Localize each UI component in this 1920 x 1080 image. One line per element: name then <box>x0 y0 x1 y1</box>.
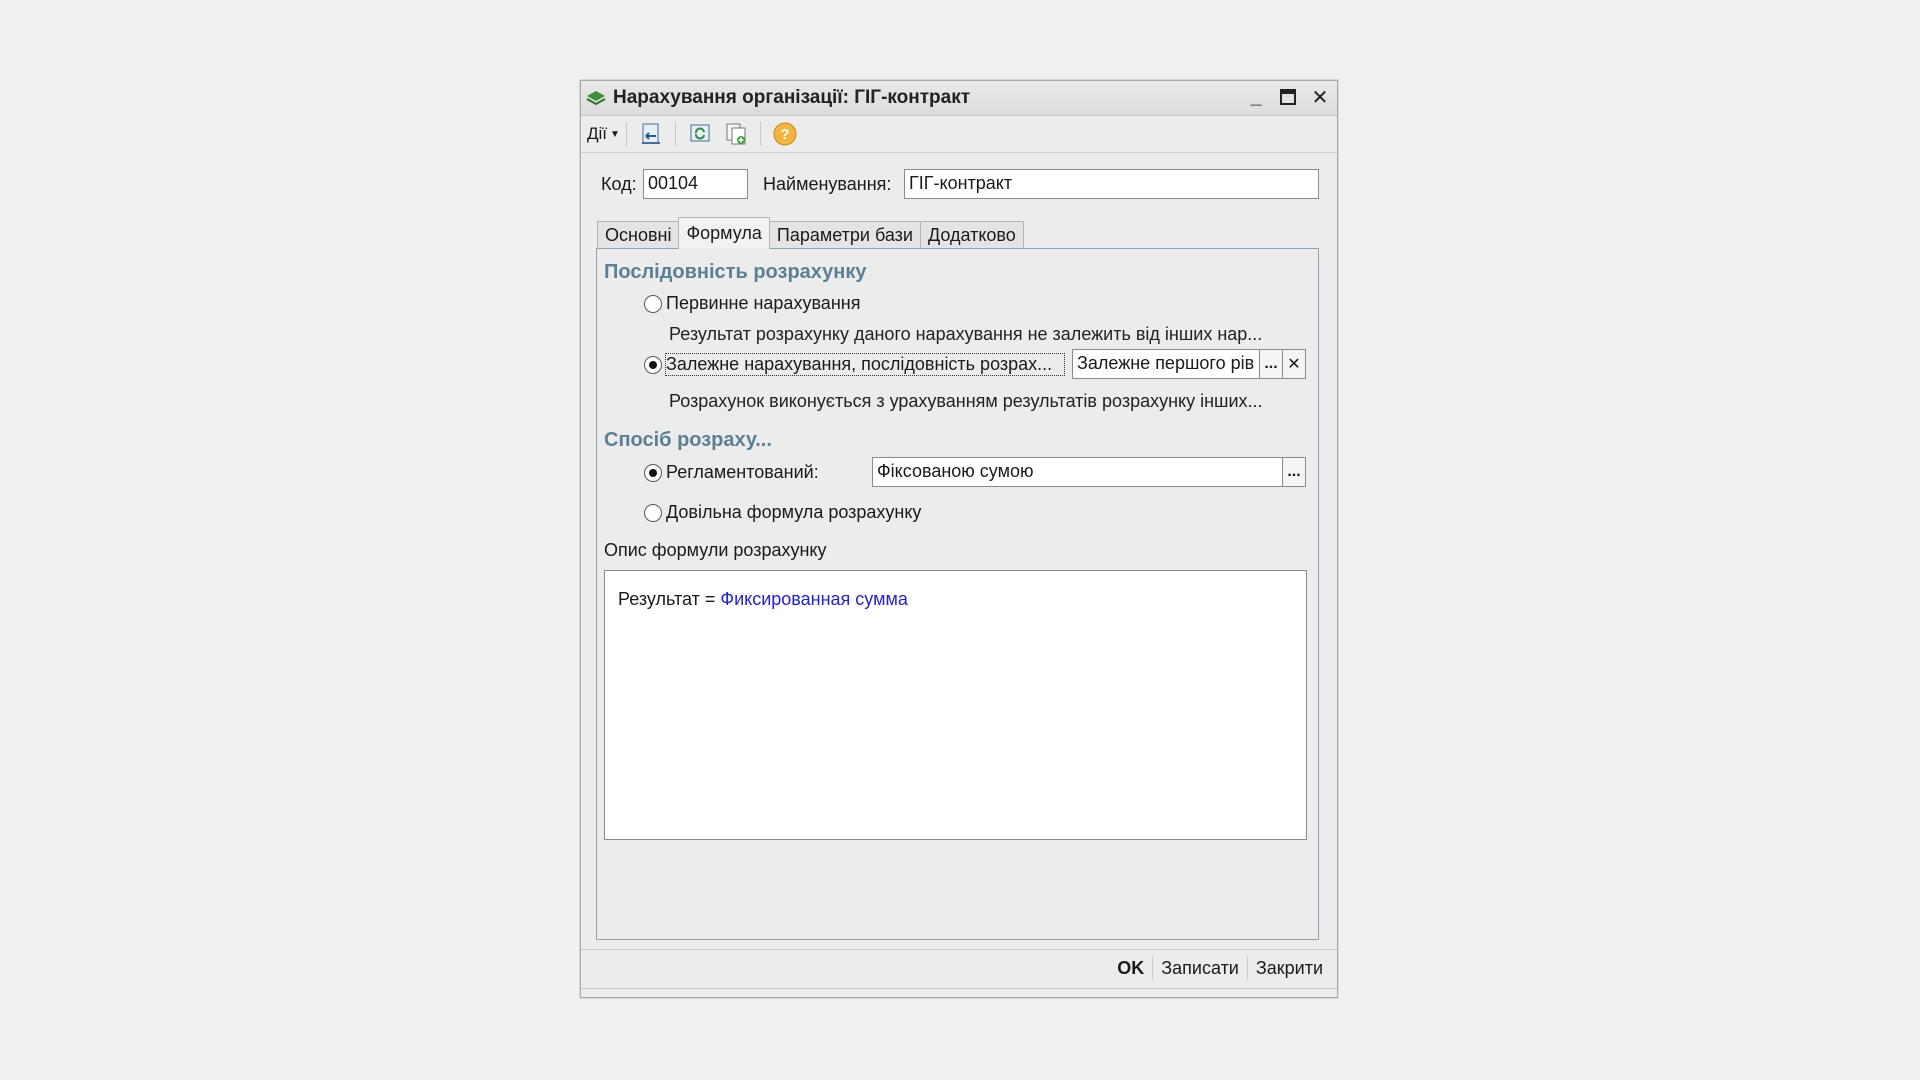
actions-menu-label: Дії <box>587 124 608 143</box>
tab-base-params[interactable]: Параметри бази <box>768 221 921 249</box>
dependent-order-field[interactable]: Залежне першого рів <box>1072 349 1260 379</box>
code-field[interactable]: 00104 <box>643 169 748 199</box>
custom-formula-radio[interactable] <box>644 504 662 522</box>
method-section-title: Спосіб розраху... <box>604 429 772 451</box>
toolbar: Дії ▼ ? <box>581 116 1337 153</box>
primary-hint: Результат розрахунку даного нарахування … <box>669 324 1263 344</box>
maximize-icon[interactable] <box>1277 85 1299 109</box>
sequence-section-title: Послідовність розрахунку <box>604 261 867 283</box>
formula-description-text: Результат = Фиксированная сумма <box>618 589 908 610</box>
tab-formula[interactable]: Формула <box>678 217 770 249</box>
status-bar <box>581 988 1337 997</box>
dialog-window: Нарахування організації: ГІГ-контракт _ … <box>580 80 1338 998</box>
help-icon[interactable]: ? <box>771 120 799 148</box>
close-icon[interactable]: ✕ <box>1309 85 1331 109</box>
clear-icon[interactable]: ✕ <box>1282 349 1306 379</box>
description-label: Опис формули розрахунку <box>604 540 827 560</box>
regulated-method-field[interactable]: Фіксованою сумою <box>872 457 1283 487</box>
dialog-footer: OK Записати Закрити <box>581 949 1337 986</box>
name-label: Найменування: <box>763 174 892 194</box>
minimize-icon[interactable]: _ <box>1245 85 1267 109</box>
primary-radio[interactable] <box>644 295 662 313</box>
title-bar[interactable]: Нарахування організації: ГІГ-контракт _ … <box>581 81 1337 116</box>
fixed-sum-link[interactable]: Фиксированная сумма <box>720 589 907 609</box>
tab-additional[interactable]: Додатково <box>919 221 1024 249</box>
chevron-down-icon: ▼ <box>610 128 620 140</box>
actions-menu[interactable]: Дії ▼ <box>587 124 620 144</box>
name-field[interactable]: ГІГ-контракт <box>904 169 1319 199</box>
formula-description-area[interactable]: Результат = Фиксированная сумма <box>604 570 1307 840</box>
refresh-icon[interactable] <box>686 120 714 148</box>
regulated-radio-label[interactable]: Регламентований: <box>666 462 819 483</box>
select-button[interactable]: ... <box>1259 349 1283 379</box>
result-prefix: Результат = <box>618 589 716 609</box>
svg-text:?: ? <box>780 126 789 143</box>
dependent-hint: Розрахунок виконується з урахуванням рез… <box>669 391 1263 411</box>
window-title: Нарахування організації: ГІГ-контракт <box>613 87 971 108</box>
regulated-radio[interactable] <box>644 464 662 482</box>
save-button[interactable]: Записати <box>1153 958 1247 979</box>
dependent-radio-label[interactable]: Залежне нарахування, послідовність розра… <box>665 353 1065 376</box>
toolbar-separator <box>625 122 627 146</box>
formula-panel: Послідовність розрахунку Первинне нараху… <box>596 248 1319 940</box>
toolbar-separator <box>674 122 676 146</box>
custom-formula-label[interactable]: Довільна формула розрахунку <box>666 502 921 523</box>
code-label: Код: <box>601 174 637 194</box>
app-logo-icon <box>585 87 607 109</box>
select-button[interactable]: ... <box>1282 457 1306 487</box>
save-close-icon[interactable] <box>637 120 665 148</box>
ok-button[interactable]: OK <box>1109 958 1152 979</box>
tab-main[interactable]: Основні <box>597 221 680 249</box>
primary-radio-label[interactable]: Первинне нарахування <box>666 293 860 314</box>
tab-strip: Основні Формула Параметри бази Додатково <box>597 217 1024 249</box>
toolbar-separator <box>759 122 761 146</box>
dependent-radio[interactable] <box>644 356 662 374</box>
copy-icon[interactable] <box>722 120 750 148</box>
close-button[interactable]: Закрити <box>1248 958 1331 979</box>
